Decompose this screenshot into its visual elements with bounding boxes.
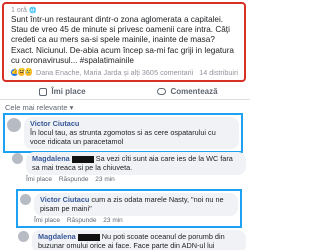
post-time[interactable]: 1 oră <box>11 7 27 14</box>
comments-sort-dropdown[interactable]: Cele mai relevante ▾ <box>5 103 73 112</box>
thumbs-up-icon <box>39 87 48 96</box>
comment-reply-link[interactable]: Răspunde <box>59 176 89 183</box>
comment-author[interactable]: Magdalena <box>32 154 70 163</box>
redacted-name <box>71 155 94 163</box>
comment-author[interactable]: Victor Ciutacu <box>30 119 233 128</box>
post-card: 1 oră 🌐 Sunt într-un restaurant dintr-o … <box>2 2 246 82</box>
comment-author[interactable]: Magdalena <box>38 232 76 241</box>
post-text: Sunt într-un restaurant dintr-o zona agl… <box>11 15 234 65</box>
comment-text: În locul tau, as strunta zgomotos si as … <box>30 128 216 146</box>
comment-bubble: Magdalena Nu poti scoate oceanul de poru… <box>32 230 246 250</box>
avatar[interactable] <box>12 153 23 164</box>
comment-age[interactable]: 23 min <box>95 176 115 183</box>
comment-like-link[interactable]: Îmi place <box>26 176 52 183</box>
comments-count[interactable]: 5 comentarii <box>154 68 193 77</box>
comment-icon <box>157 88 167 95</box>
comment-bubble: Victor Ciutacu cum a zis odata marele Na… <box>34 193 238 216</box>
avatar[interactable] <box>7 118 21 132</box>
globe-icon: 🌐 <box>28 8 37 14</box>
comment-meta: Îmi place Răspunde 23 min <box>34 217 238 224</box>
avatar[interactable] <box>18 231 29 242</box>
shares-count[interactable]: 14 distribuiri <box>199 68 238 77</box>
comment-button[interactable]: Comentează <box>125 87 250 96</box>
post-actions-bar: Îmi place Comentează <box>0 84 250 100</box>
comments-sort-label: Cele mai relevante ▾ <box>5 103 74 112</box>
comment-meta: Îmi place Răspunde 23 min <box>26 176 246 183</box>
sad-reaction-icon: 😢 <box>24 68 33 77</box>
post-meta: 1 oră 🌐 <box>11 6 239 15</box>
comment-label: Comentează <box>170 87 218 96</box>
comment-item: Victor Ciutacu În locul tau, as strunta … <box>3 113 243 153</box>
comment-bubble: Magdalena Sa vezi cîti sunt aia care ies… <box>26 152 246 175</box>
comment-like-link[interactable]: Îmi place <box>34 217 60 224</box>
comment-item: Magdalena Nu poti scoate oceanul de poru… <box>18 230 246 250</box>
comment-age[interactable]: 23 min <box>103 217 123 224</box>
redacted-name <box>77 233 100 241</box>
comment-bubble: Victor Ciutacu În locul tau, as strunta … <box>24 117 239 149</box>
comment-author[interactable]: Victor Ciutacu <box>40 195 89 204</box>
comment-item: Magdalena Sa vezi cîti sunt aia care ies… <box>12 152 246 183</box>
post-stats: 👍 😆 😢 Dana Enache, Maria Jarda și alți 3… <box>10 67 238 78</box>
comment-reply-link[interactable]: Răspunde <box>67 217 97 224</box>
like-label: Îmi place <box>51 87 86 96</box>
avatar[interactable] <box>20 194 31 205</box>
reactions-icons[interactable]: 👍 😆 😢 <box>10 68 33 77</box>
reactors-text[interactable]: Dana Enache, Maria Jarda și alți 360 <box>36 68 154 77</box>
like-button[interactable]: Îmi place <box>0 87 125 96</box>
comment-item: Victor Ciutacu cum a zis odata marele Na… <box>16 189 242 228</box>
